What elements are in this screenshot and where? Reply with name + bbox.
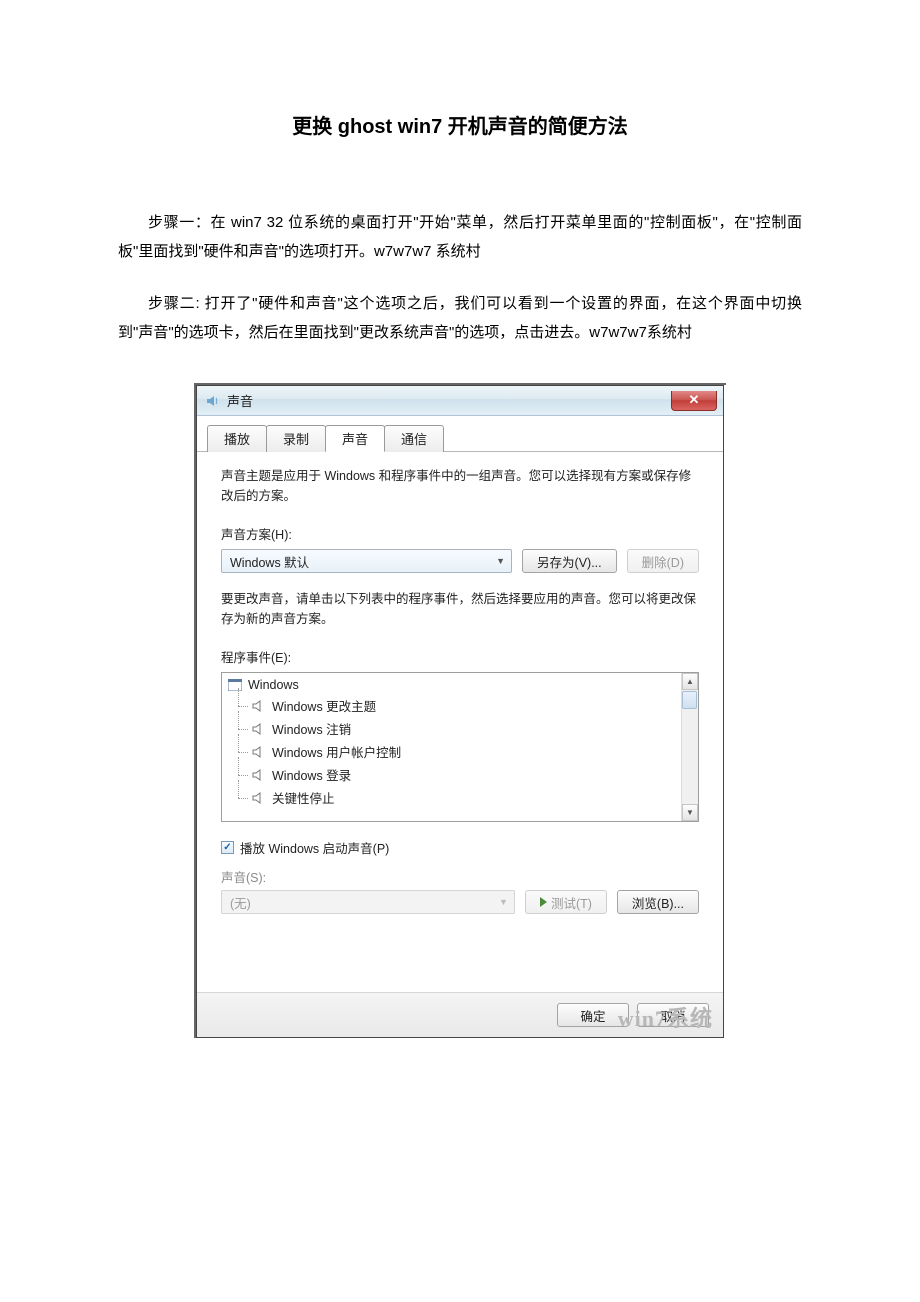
list-item-root[interactable]: Windows xyxy=(226,676,694,694)
titlebar: 声音 ✕ xyxy=(197,386,723,416)
program-events-list[interactable]: Windows Windows 更改主题 Windows 注销 xyxy=(221,672,699,822)
close-button[interactable]: ✕ xyxy=(671,391,717,411)
list-item[interactable]: Windows 注销 xyxy=(226,717,694,740)
tab-communications[interactable]: 通信 xyxy=(384,425,444,452)
browse-button[interactable]: 浏览(B)... xyxy=(617,890,699,914)
cancel-button[interactable]: 取消 xyxy=(637,1003,709,1027)
paragraph-2: 步骤二: 打开了"硬件和声音"这个选项之后，我们可以看到一个设置的界面，在这个界… xyxy=(118,290,802,347)
chevron-down-icon: ▼ xyxy=(496,556,505,566)
delete-button: 删除(D) xyxy=(627,549,699,573)
scheme-description: 声音主题是应用于 Windows 和程序事件中的一组声音。您可以选择现有方案或保… xyxy=(221,466,699,506)
chevron-down-icon: ▼ xyxy=(499,897,508,907)
close-icon: ✕ xyxy=(689,392,700,408)
sound-event-icon xyxy=(252,700,266,712)
sound-event-icon xyxy=(252,746,266,758)
save-as-button[interactable]: 另存为(V)... xyxy=(522,549,617,573)
ok-button[interactable]: 确定 xyxy=(557,1003,629,1027)
sound-event-icon xyxy=(252,792,266,804)
list-item[interactable]: Windows 登录 xyxy=(226,763,694,786)
sound-event-icon xyxy=(252,769,266,781)
list-item[interactable]: 关键性停止 xyxy=(226,786,694,809)
list-item[interactable]: Windows 用户帐户控制 xyxy=(226,740,694,763)
scroll-down-button[interactable]: ▼ xyxy=(682,804,698,821)
tab-sounds[interactable]: 声音 xyxy=(325,425,385,452)
sound-select-value: (无) xyxy=(230,893,251,912)
sound-select: (无) ▼ xyxy=(221,890,515,914)
scrollbar[interactable]: ▲ ▼ xyxy=(681,673,698,821)
tab-playback[interactable]: 播放 xyxy=(207,425,267,452)
sound-event-icon xyxy=(252,723,266,735)
play-startup-label: 播放 Windows 启动声音(P) xyxy=(240,838,389,857)
scheme-label: 声音方案(H): xyxy=(221,524,699,543)
paragraph-1: 步骤一：在 win7 32 位系统的桌面打开"开始"菜单，然后打开菜单里面的"控… xyxy=(118,209,802,266)
speaker-icon xyxy=(205,393,221,409)
play-startup-checkbox[interactable]: ✓ xyxy=(221,841,234,854)
sound-dialog-screenshot: 声音 ✕ 播放 录制 声音 通信 声音主题是应用于 Windows 和程序事件中… xyxy=(194,383,726,1038)
sound-label: 声音(S): xyxy=(221,867,699,886)
tab-recording[interactable]: 录制 xyxy=(266,425,326,452)
events-label: 程序事件(E): xyxy=(221,647,699,666)
scroll-thumb[interactable] xyxy=(682,691,697,709)
dialog-button-row: 确定 取消 win7系统 xyxy=(197,992,723,1037)
play-icon xyxy=(540,897,547,907)
scheme-select[interactable]: Windows 默认 ▼ xyxy=(221,549,512,573)
test-button: 测试(T) xyxy=(525,890,607,914)
dialog-title: 声音 xyxy=(227,391,253,410)
scheme-select-value: Windows 默认 xyxy=(230,552,309,571)
list-item[interactable]: Windows 更改主题 xyxy=(226,694,694,717)
tab-strip: 播放 录制 声音 通信 xyxy=(197,416,723,452)
events-description: 要更改声音，请单击以下列表中的程序事件，然后选择要应用的声音。您可以将更改保存为… xyxy=(221,589,699,629)
scroll-up-button[interactable]: ▲ xyxy=(682,673,698,690)
doc-title: 更换 ghost win7 开机声音的简便方法 xyxy=(118,110,802,139)
